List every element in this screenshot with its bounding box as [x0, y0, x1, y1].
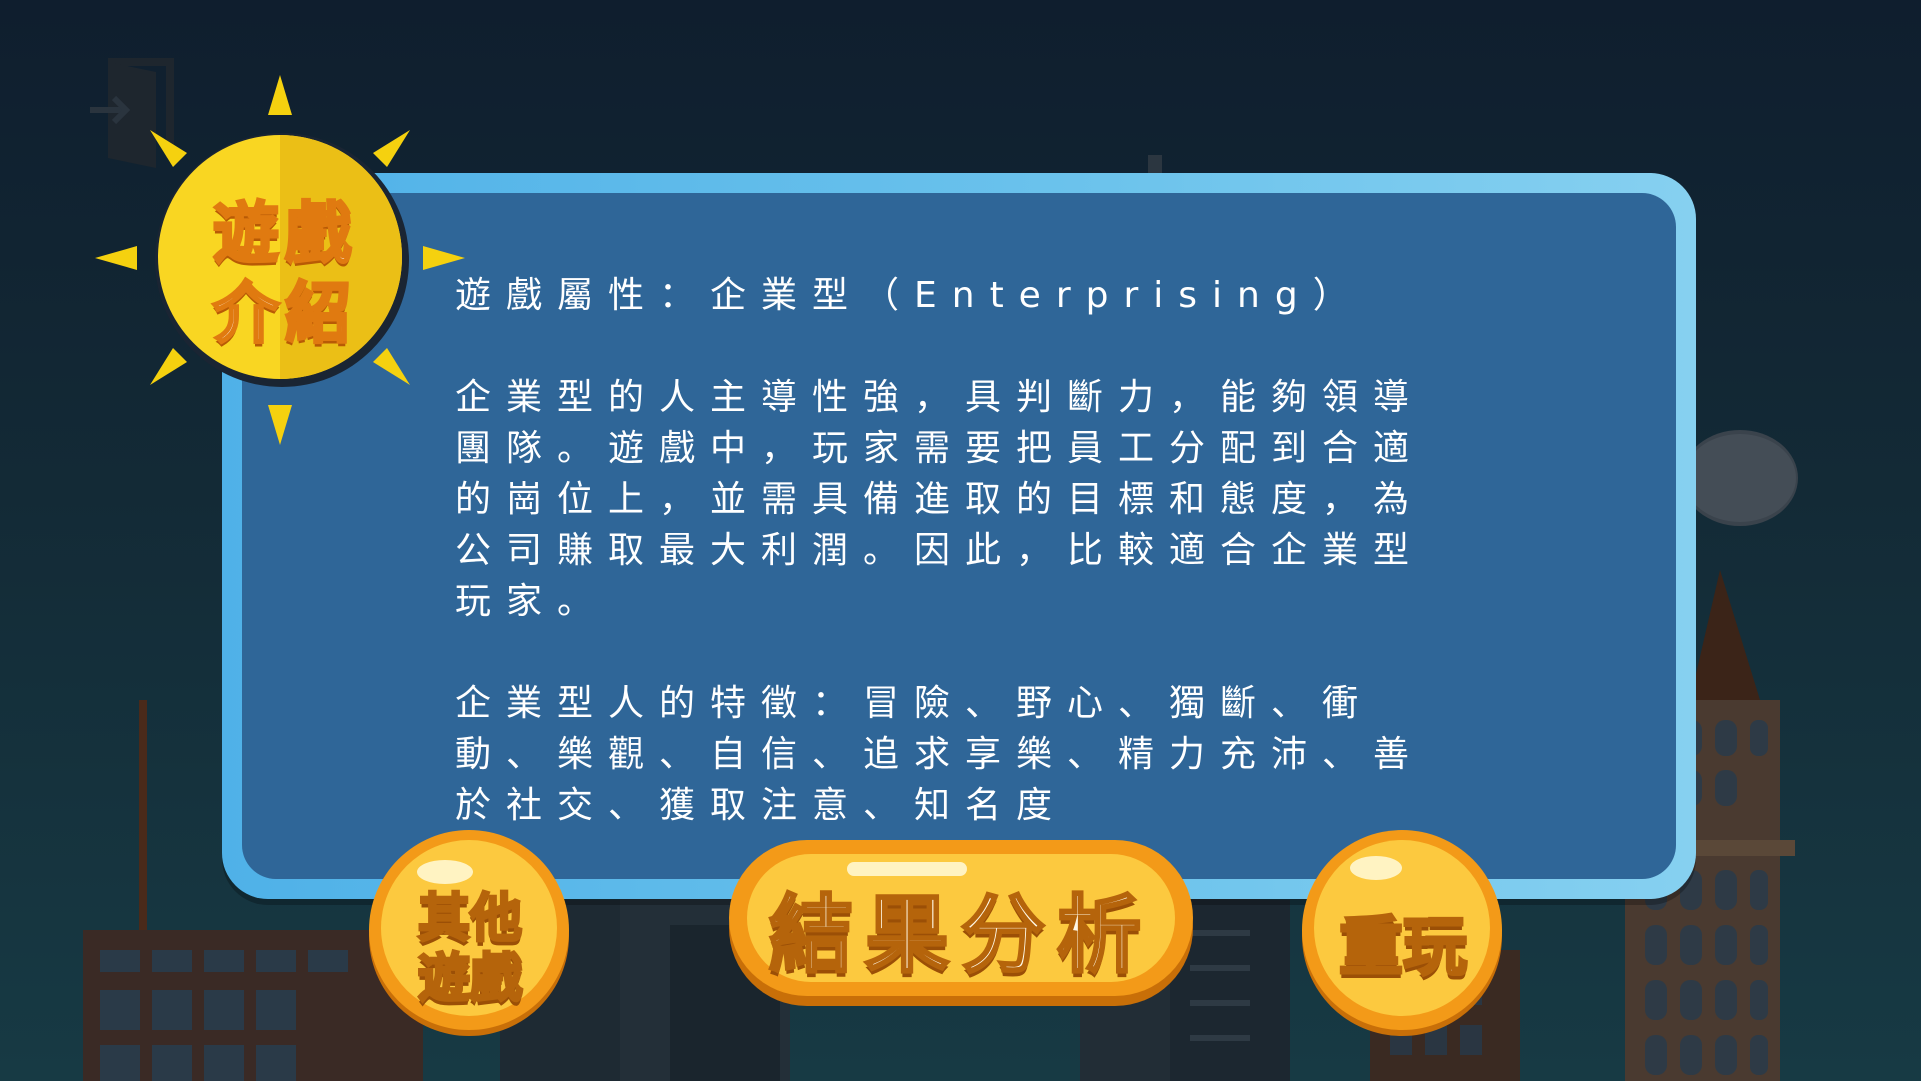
info-panel-text: 遊戲屬性：企業型（Enterprising） 企業型的人主導性強，具判斷力，能夠… — [455, 270, 1465, 831]
result-analysis-button[interactable]: 結果分析 — [727, 838, 1195, 1008]
other-games-label-2: 遊戲 — [416, 948, 523, 1011]
other-games-button[interactable]: 其他 遊戲 — [365, 828, 575, 1036]
result-analysis-label: 結果分析 — [767, 885, 1153, 986]
traits-text: 企業型人的特徵：冒險、野心、獨斷、衝動、樂觀、自信、追求享樂、精力充沛、善於社交… — [455, 683, 1425, 826]
replay-button[interactable]: 重玩 — [1298, 828, 1508, 1036]
game-attribute-text: 遊戲屬性：企業型（Enterprising） — [455, 275, 1364, 316]
title-line-2: 介紹 — [212, 274, 357, 354]
replay-label: 重玩 — [1338, 910, 1469, 987]
game-description-text: 企業型的人主導性強，具判斷力，能夠領導團隊。遊戲中，玩家需要把員工分配到合適的崗… — [455, 377, 1425, 622]
